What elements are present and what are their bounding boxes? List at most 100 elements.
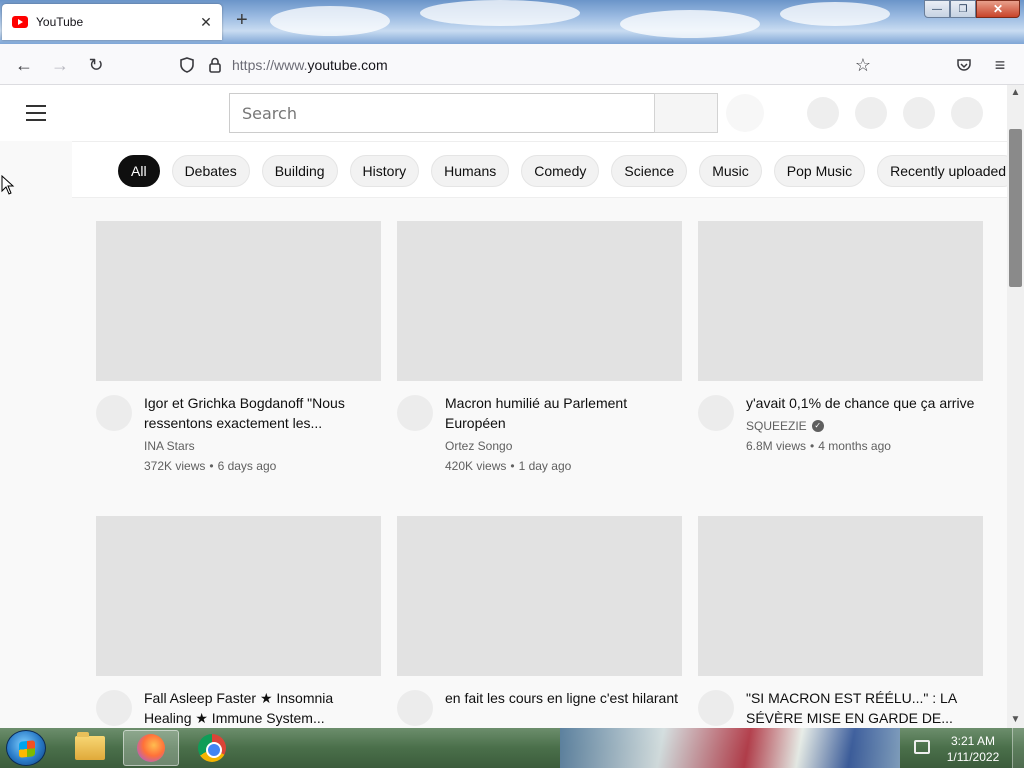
- minimize-button[interactable]: —: [924, 0, 950, 18]
- chip-music[interactable]: Music: [699, 155, 762, 187]
- video-thumbnail[interactable]: [96, 516, 381, 676]
- video-card[interactable]: "SI MACRON EST RÉÉLU..." : LA SÉVÈRE MIS…: [698, 516, 983, 728]
- channel-avatar[interactable]: [96, 690, 132, 726]
- view-count: 420K views: [445, 459, 507, 473]
- hamburger-menu-icon[interactable]: [26, 105, 46, 121]
- video-card[interactable]: y'avait 0,1% de chance que ça arrive SQUE…: [698, 221, 983, 453]
- reload-button[interactable]: ↻: [82, 52, 110, 78]
- cloud-decoration: [620, 10, 760, 38]
- taskbar-firefox-button[interactable]: [123, 730, 179, 766]
- video-card[interactable]: Macron humilié au Parlement Européen Orte…: [397, 221, 682, 473]
- video-stats: 420K views • 1 day ago: [445, 459, 682, 473]
- scroll-up-arrow[interactable]: ▲: [1007, 85, 1024, 101]
- close-tab-icon[interactable]: ✕: [198, 14, 214, 31]
- video-thumbnail[interactable]: [397, 516, 682, 676]
- category-chip-bar: All Debates Building History Humans Comedy Sci…: [72, 141, 1007, 198]
- channel-name[interactable]: SQUEEZIE: [746, 419, 807, 433]
- clock-date: 1/11/2022: [946, 750, 1000, 764]
- stats-separator: •: [209, 459, 214, 473]
- chip-history[interactable]: History: [349, 155, 420, 187]
- verified-badge-icon: ✓: [811, 420, 824, 432]
- video-meta: Macron humilié au Parlement Européen Orte…: [397, 393, 682, 473]
- channel-avatar[interactable]: [397, 690, 433, 726]
- taskbar-wallpaper-art: [560, 728, 900, 768]
- video-meta: "SI MACRON EST RÉÉLU..." : LA SÉVÈRE MIS…: [698, 688, 983, 728]
- url-text[interactable]: https://www.youtube.com: [232, 57, 388, 73]
- video-thumbnail[interactable]: [698, 516, 983, 676]
- header-icon-placeholder[interactable]: [855, 97, 887, 129]
- chip-pop-music[interactable]: Pop Music: [773, 155, 866, 187]
- taskbar-chrome-button[interactable]: [184, 730, 240, 766]
- pocket-icon[interactable]: [950, 52, 978, 78]
- video-meta: en fait les cours en ligne c'est hilaran…: [397, 688, 682, 726]
- video-thumbnail[interactable]: [698, 221, 983, 381]
- channel-name[interactable]: INA Stars: [144, 439, 195, 453]
- video-title[interactable]: Macron humilié au Parlement Européen: [445, 393, 682, 433]
- chip-debates[interactable]: Debates: [171, 155, 250, 187]
- url-domain: youtube.com: [307, 57, 388, 73]
- stats-separator: •: [810, 439, 815, 453]
- browser-toolbar: ← → ↻ https://www.youtube.com ☆ ≡: [0, 44, 1024, 85]
- app-menu-button[interactable]: ≡: [986, 52, 1014, 78]
- upload-age: 6 days ago: [217, 459, 277, 473]
- video-title[interactable]: en fait les cours en ligne c'est hilaran…: [445, 688, 682, 708]
- video-meta: Fall Asleep Faster ★ Insomnia Healing ★ …: [96, 688, 381, 728]
- chip-science[interactable]: Science: [611, 155, 688, 187]
- video-thumbnail[interactable]: [397, 221, 682, 381]
- back-button[interactable]: ←: [10, 52, 38, 78]
- close-window-button[interactable]: ✕: [976, 0, 1020, 18]
- stats-separator: •: [510, 459, 515, 473]
- search-button[interactable]: [654, 93, 718, 133]
- video-title[interactable]: y'avait 0,1% de chance que ça arrive: [746, 393, 983, 413]
- maximize-button[interactable]: ❐: [950, 0, 976, 18]
- channel-avatar[interactable]: [397, 395, 433, 431]
- forward-button[interactable]: →: [46, 52, 74, 78]
- channel-avatar[interactable]: [96, 395, 132, 431]
- mouse-cursor-icon: [1, 175, 15, 195]
- new-tab-button[interactable]: +: [236, 10, 248, 30]
- channel-name[interactable]: Ortez Songo: [445, 439, 512, 453]
- tracking-protection-shield-icon[interactable]: [178, 56, 196, 74]
- scroll-thumb[interactable]: [1009, 129, 1022, 287]
- video-card[interactable]: en fait les cours en ligne c'est hilaran…: [397, 516, 682, 726]
- chip-recently-uploaded[interactable]: Recently uploaded: [877, 155, 1007, 187]
- url-bar[interactable]: https://www.youtube.com: [178, 50, 878, 80]
- network-tray-icon[interactable]: [914, 740, 930, 754]
- search-input[interactable]: Search: [229, 93, 655, 133]
- cloud-decoration: [420, 0, 580, 26]
- voice-search-placeholder[interactable]: [726, 94, 764, 132]
- video-title[interactable]: Igor et Grichka Bogdanoff "Nous ressento…: [144, 393, 381, 433]
- channel-avatar[interactable]: [698, 395, 734, 431]
- scroll-down-arrow[interactable]: ▼: [1007, 712, 1024, 728]
- page-scrollbar[interactable]: ▲ ▼: [1007, 85, 1024, 728]
- bookmark-star-icon[interactable]: ☆: [849, 52, 877, 78]
- header-icon-placeholder[interactable]: [903, 97, 935, 129]
- lock-icon[interactable]: [206, 56, 224, 74]
- view-count: 6.8M views: [746, 439, 807, 453]
- tab-title: YouTube: [36, 15, 84, 29]
- system-clock[interactable]: 3:21 AM 1/11/2022: [940, 733, 1006, 765]
- start-button[interactable]: [6, 730, 46, 766]
- video-thumbnail[interactable]: [96, 221, 381, 381]
- video-title[interactable]: "SI MACRON EST RÉÉLU..." : LA SÉVÈRE MIS…: [746, 688, 983, 728]
- avatar-placeholder[interactable]: [951, 97, 983, 129]
- channel-avatar[interactable]: [698, 690, 734, 726]
- chip-comedy[interactable]: Comedy: [521, 155, 600, 187]
- video-meta: y'avait 0,1% de chance que ça arrive SQUE…: [698, 393, 983, 453]
- browser-tab-youtube[interactable]: YouTube ✕: [2, 4, 222, 40]
- chip-list: All Debates Building History Humans Comedy Sci…: [118, 155, 1007, 187]
- windows-taskbar: 3:21 AM 1/11/2022: [0, 728, 1024, 768]
- taskbar-explorer-button[interactable]: [62, 730, 118, 766]
- chip-building[interactable]: Building: [261, 155, 338, 187]
- video-card[interactable]: Igor et Grichka Bogdanoff "Nous ressento…: [96, 221, 381, 473]
- video-title[interactable]: Fall Asleep Faster ★ Insomnia Healing ★ …: [144, 688, 381, 728]
- youtube-header: Search: [0, 85, 1007, 141]
- chip-all[interactable]: All: [118, 155, 160, 187]
- video-card[interactable]: Fall Asleep Faster ★ Insomnia Healing ★ …: [96, 516, 381, 728]
- cloud-decoration: [780, 2, 890, 26]
- chip-humans[interactable]: Humans: [431, 155, 510, 187]
- url-prefix: https://www.: [232, 57, 308, 73]
- header-icon-placeholder[interactable]: [807, 97, 839, 129]
- show-desktop-button[interactable]: [1012, 728, 1024, 768]
- video-meta: Igor et Grichka Bogdanoff "Nous ressento…: [96, 393, 381, 473]
